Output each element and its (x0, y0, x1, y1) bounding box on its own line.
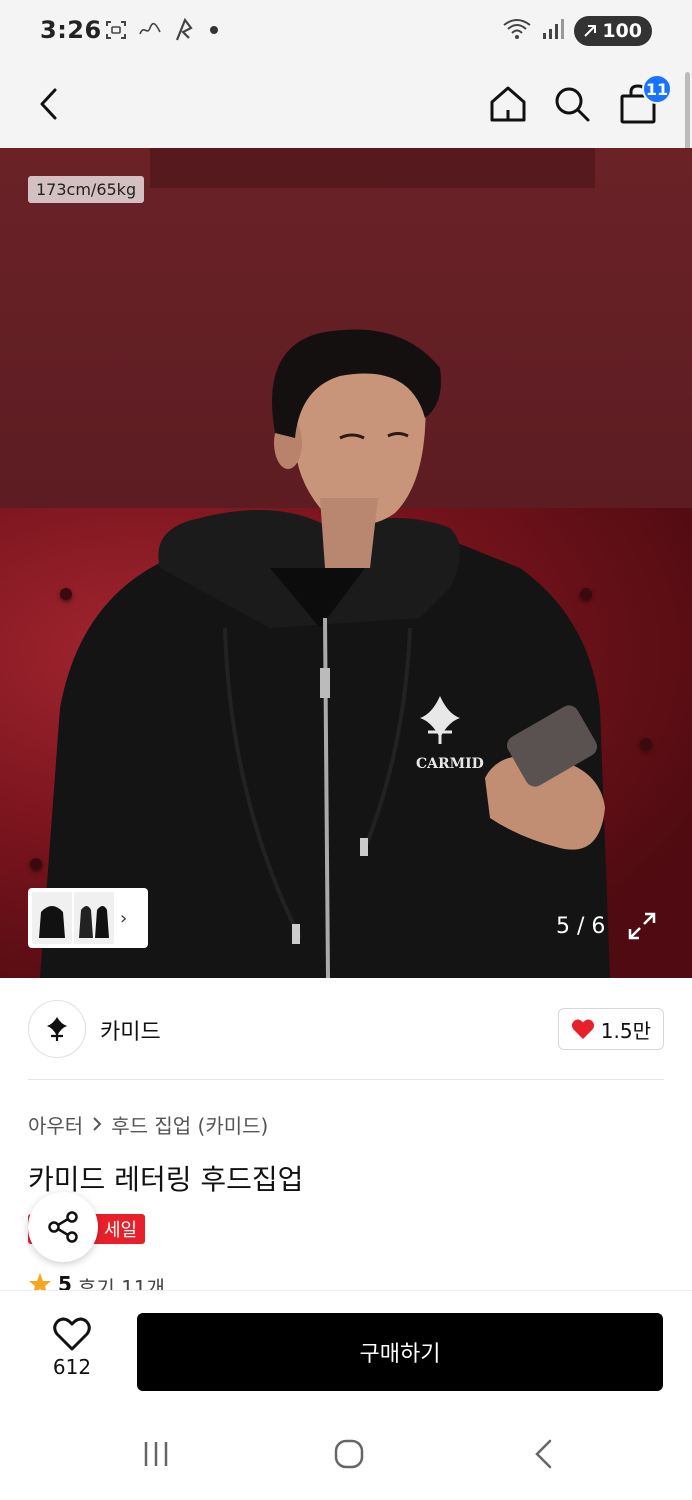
status-bar: 3:26 100 (0, 0, 692, 62)
brand-logo[interactable] (28, 1000, 86, 1058)
cart-count-badge: 11 (642, 74, 672, 104)
recent-apps-button[interactable] (132, 1434, 180, 1474)
divider (28, 1079, 664, 1080)
model-illustration: CARMID (40, 329, 610, 978)
thumbnail-strip[interactable]: › (28, 888, 148, 948)
back-icon (40, 88, 57, 120)
chest-logo-text: CARMID (416, 756, 484, 772)
wishlist-button[interactable]: 612 (40, 1317, 104, 1387)
product-image[interactable]: CARMID 173cm/65kg › 5 / 6 (0, 148, 692, 978)
app-logo-2-icon (172, 18, 196, 42)
signal-icon (542, 18, 565, 44)
thumbnail-2[interactable] (74, 892, 114, 944)
battery-indicator: 100 (574, 16, 652, 46)
wifi-icon (502, 17, 532, 45)
brand-name[interactable]: 카미드 (100, 1014, 161, 1046)
wishlist-count: 612 (52, 1355, 92, 1379)
expand-icon (628, 912, 656, 940)
model-size-tag: 173cm/65kg (28, 176, 145, 203)
image-page-indicator: 5 / 6 (556, 914, 606, 939)
breadcrumb-item-category[interactable]: 후드 집업 (카미드) (111, 1110, 268, 1139)
home-icon (490, 86, 526, 122)
share-icon (48, 1211, 78, 1243)
buy-button[interactable]: 구매하기 (137, 1313, 663, 1391)
fullscreen-button[interactable] (624, 908, 660, 944)
home-button[interactable] (482, 78, 534, 130)
brand-row: 카미드 1.5만 (28, 998, 664, 1060)
screenshot-icon (104, 18, 128, 42)
status-notification-icons (104, 18, 218, 42)
thumbnail-1[interactable] (32, 892, 72, 944)
share-button[interactable] (28, 1192, 98, 1262)
home-nav-button[interactable] (325, 1434, 373, 1474)
thumbnail-next-icon: › (120, 907, 128, 929)
back-button[interactable] (24, 78, 76, 130)
back-nav-icon (535, 1439, 552, 1469)
breadcrumb: 아우터 후드 집업 (카미드) (28, 1110, 268, 1139)
brand-like-count: 1.5만 (600, 1018, 651, 1043)
brand-like-button[interactable]: 1.5만 (557, 1008, 664, 1050)
status-system-icons: 100 (502, 16, 652, 46)
app-bar: 11 (0, 62, 692, 148)
search-button[interactable] (546, 78, 598, 130)
battery-level: 100 (602, 20, 642, 42)
battery-icon (584, 25, 597, 37)
breadcrumb-item-outer[interactable]: 아우터 (28, 1110, 83, 1139)
system-nav-bar (0, 1408, 692, 1500)
status-time: 3:26 (40, 16, 102, 44)
home-circle-icon (334, 1439, 364, 1469)
search-icon (555, 87, 590, 122)
fleur-de-lis-icon (47, 1017, 67, 1041)
recent-apps-icon (144, 1442, 168, 1466)
app-logo-icon (138, 18, 162, 42)
notification-dot (210, 26, 218, 34)
buy-bar: 612 구매하기 (0, 1290, 692, 1408)
back-nav-button[interactable] (520, 1434, 568, 1474)
chevron-right-icon (91, 1113, 103, 1137)
heart-outline-icon (53, 1317, 91, 1351)
scrollbar[interactable] (685, 72, 690, 152)
heart-filled-icon (571, 1019, 594, 1039)
cart-button[interactable]: 11 (612, 74, 672, 130)
